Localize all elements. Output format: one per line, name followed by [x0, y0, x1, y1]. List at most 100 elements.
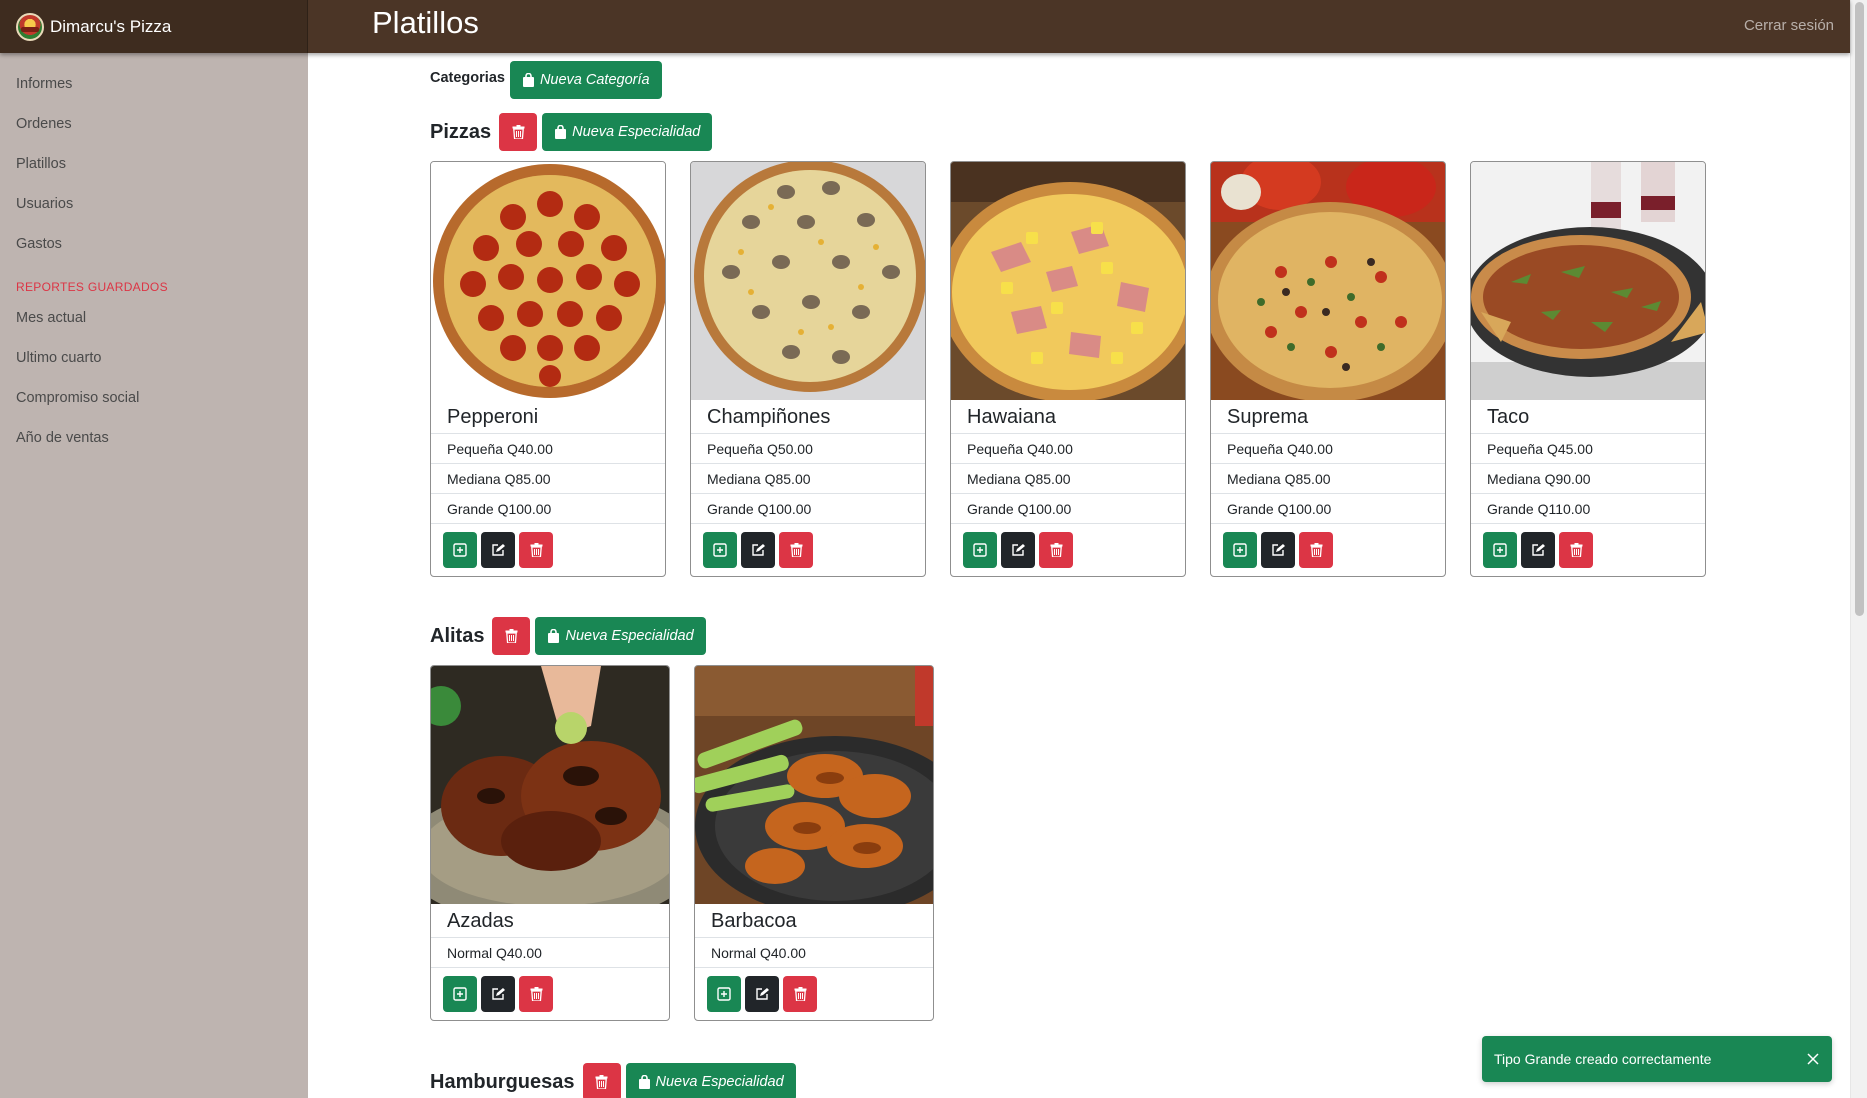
sidebar-report-ano-de-ventas[interactable]: Año de ventas	[0, 418, 308, 458]
delete-dish-button[interactable]	[1559, 532, 1593, 568]
sidebar-item-ordenes[interactable]: Ordenes	[0, 104, 308, 144]
page-scrollbar[interactable]	[1850, 0, 1867, 1098]
card-actions	[1471, 524, 1705, 576]
card-actions	[695, 968, 933, 1020]
delete-dish-button[interactable]	[1039, 532, 1073, 568]
sidebar-item-informes[interactable]: Informes	[0, 64, 308, 104]
dish-name: Barbacoa	[695, 904, 933, 938]
delete-dish-button[interactable]	[783, 976, 817, 1012]
price-line: Normal Q40.00	[431, 938, 669, 968]
plus-square-icon	[1233, 543, 1247, 557]
new-specialty-button[interactable]: Nueva Especialidad	[625, 1063, 796, 1098]
trash-icon	[794, 987, 806, 1001]
section-title: Pizzas	[430, 120, 492, 143]
plus-square-icon	[453, 987, 467, 1001]
edit-dish-button[interactable]	[1261, 532, 1295, 568]
grilled-wings-image	[431, 666, 669, 904]
sidebar-report-compromiso-social[interactable]: Compromiso social	[0, 378, 308, 418]
new-specialty-button[interactable]: Nueva Especialidad	[542, 113, 713, 151]
new-category-button[interactable]: Nueva Categoría	[509, 61, 662, 99]
delete-category-button[interactable]	[499, 113, 538, 151]
add-size-button[interactable]	[963, 532, 997, 568]
trash-icon	[790, 543, 802, 557]
delete-dish-button[interactable]	[1299, 532, 1333, 568]
trash-icon	[530, 543, 542, 557]
sidebar-item-usuarios[interactable]: Usuarios	[0, 184, 308, 224]
price-line: Grande Q100.00	[691, 494, 925, 524]
sidebar-report-ultimo-cuarto[interactable]: Ultimo cuarto	[0, 338, 308, 378]
close-icon[interactable]	[1806, 1052, 1820, 1066]
trash-icon	[505, 629, 518, 643]
delete-category-button[interactable]	[582, 1063, 621, 1098]
toast-message: Tipo Grande creado correctamente	[1494, 1051, 1712, 1067]
dish-name: Taco	[1471, 400, 1705, 434]
price-line: Pequeña Q50.00	[691, 434, 925, 464]
delete-dish-button[interactable]	[519, 976, 553, 1012]
bag-icon	[548, 629, 560, 643]
new-specialty-button[interactable]: Nueva Especialidad	[535, 617, 706, 655]
sidebar-item-platillos[interactable]: Platillos	[0, 144, 308, 184]
section-header: Alitas Nueva Especialidad	[430, 617, 1730, 655]
sidebar: Informes Ordenes Platillos Usuarios Gast…	[0, 53, 308, 1098]
brand[interactable]: Dimarcu's Pizza	[0, 0, 308, 53]
dish-card: Azadas Normal Q40.00	[430, 665, 670, 1021]
add-size-button[interactable]	[703, 532, 737, 568]
sidebar-report-mes-actual[interactable]: Mes actual	[0, 298, 308, 338]
sidebar-item-gastos[interactable]: Gastos	[0, 224, 308, 264]
section-pizzas: Pizzas Nueva Especialidad Pepperoni Pequ…	[430, 113, 1730, 577]
edit-dish-button[interactable]	[481, 976, 515, 1012]
trash-icon	[530, 987, 542, 1001]
add-size-button[interactable]	[707, 976, 741, 1012]
categories-label: Categorias	[430, 70, 505, 86]
price-line: Mediana Q90.00	[1471, 464, 1705, 494]
dish-card: Champiñones Pequeña Q50.00 Mediana Q85.0…	[690, 161, 926, 577]
plus-square-icon	[973, 543, 987, 557]
edit-dish-button[interactable]	[745, 976, 779, 1012]
edit-icon	[756, 988, 769, 1000]
price-line: Mediana Q85.00	[691, 464, 925, 494]
card-actions	[431, 968, 669, 1020]
card-grid: Pepperoni Pequeña Q40.00 Mediana Q85.00 …	[430, 161, 1730, 577]
trash-icon	[1570, 543, 1582, 557]
delete-category-button[interactable]	[492, 617, 531, 655]
delete-dish-button[interactable]	[779, 532, 813, 568]
dish-card: Pepperoni Pequeña Q40.00 Mediana Q85.00 …	[430, 161, 666, 577]
section-title: Alitas	[430, 624, 485, 647]
dish-name: Pepperoni	[431, 400, 665, 434]
add-size-button[interactable]	[1223, 532, 1257, 568]
page-title: Platillos	[372, 5, 479, 40]
card-actions	[691, 524, 925, 576]
new-specialty-label: Nueva Especialidad	[572, 124, 701, 140]
price-line: Normal Q40.00	[695, 938, 933, 968]
edit-dish-button[interactable]	[481, 532, 515, 568]
bbq-wings-image	[695, 666, 933, 904]
add-size-button[interactable]	[443, 532, 477, 568]
scrollbar-thumb[interactable]	[1855, 2, 1864, 616]
pizza-pepperoni-image	[431, 162, 665, 400]
price-line: Grande Q110.00	[1471, 494, 1705, 524]
edit-dish-button[interactable]	[741, 532, 775, 568]
new-specialty-label: Nueva Especialidad	[565, 628, 694, 644]
logout-link[interactable]: Cerrar sesión	[1744, 17, 1834, 34]
dish-name: Hawaiana	[951, 400, 1185, 434]
edit-dish-button[interactable]	[1521, 532, 1555, 568]
plus-square-icon	[713, 543, 727, 557]
price-line: Mediana Q85.00	[951, 464, 1185, 494]
bag-icon	[522, 73, 534, 87]
section-alitas: Alitas Nueva Especialidad Azadas Normal …	[430, 617, 1730, 1021]
sidebar-nav: Informes Ordenes Platillos Usuarios Gast…	[0, 53, 308, 264]
main-content: Categorias Nueva Categoría Pizzas Nueva …	[430, 53, 1730, 1098]
delete-dish-button[interactable]	[519, 532, 553, 568]
add-size-button[interactable]	[443, 976, 477, 1012]
trash-icon	[595, 1075, 608, 1089]
add-size-button[interactable]	[1483, 532, 1517, 568]
card-actions	[951, 524, 1185, 576]
price-line: Pequeña Q40.00	[951, 434, 1185, 464]
bag-icon	[638, 1075, 650, 1089]
edit-dish-button[interactable]	[1001, 532, 1035, 568]
dish-card: Barbacoa Normal Q40.00	[694, 665, 934, 1021]
card-actions	[431, 524, 665, 576]
bag-icon	[555, 125, 567, 139]
card-actions	[1211, 524, 1445, 576]
price-line: Pequeña Q40.00	[431, 434, 665, 464]
